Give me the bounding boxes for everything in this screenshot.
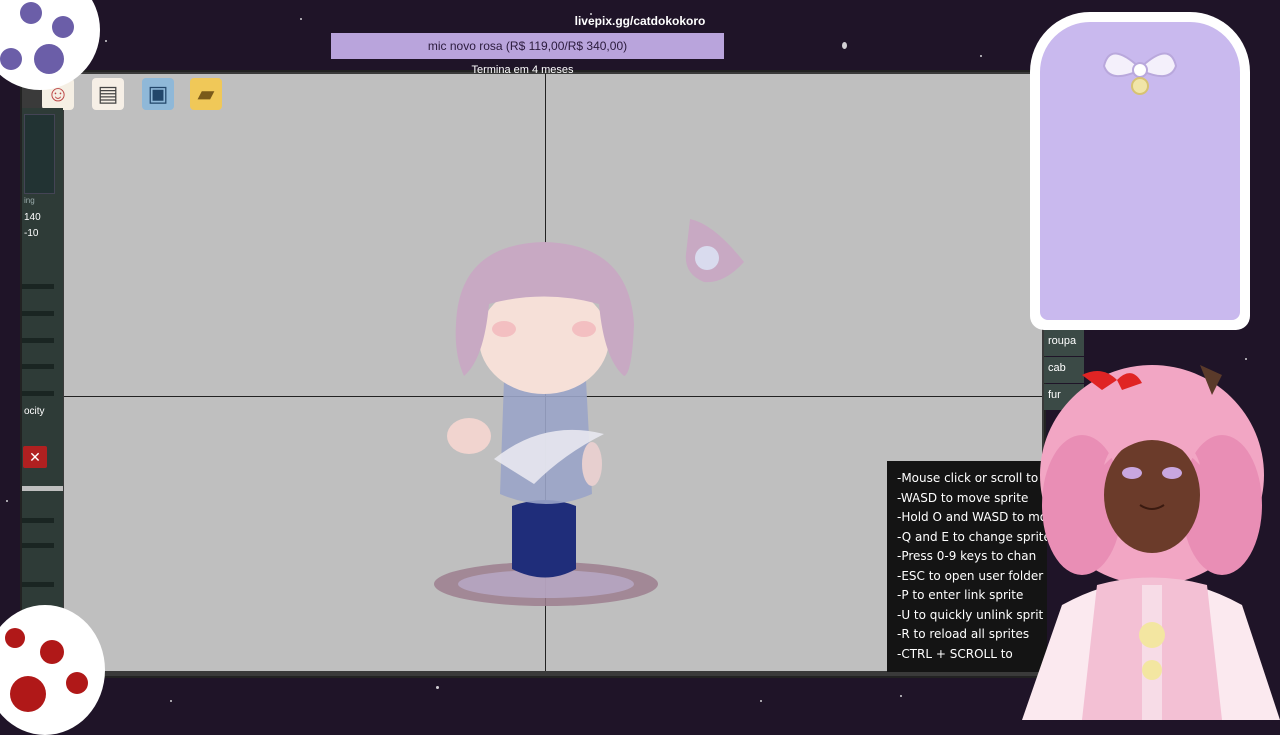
slider-track[interactable] bbox=[22, 582, 54, 587]
donation-goal-bar: mic novo rosa (R$ 119,00/R$ 340,00) bbox=[331, 33, 724, 59]
donation-goal-subtext: Termina em 4 meses bbox=[471, 64, 574, 76]
slider-track[interactable] bbox=[22, 391, 54, 396]
slider-track[interactable] bbox=[22, 364, 54, 369]
slider-track[interactable] bbox=[22, 284, 54, 289]
sprite-arm-right bbox=[582, 442, 602, 486]
save-icon[interactable]: ▣ bbox=[142, 78, 174, 110]
panel-divider bbox=[22, 486, 63, 491]
donation-goal-text: mic novo rosa (R$ 119,00/R$ 340,00) bbox=[427, 39, 628, 53]
partial-label: ing bbox=[24, 196, 35, 205]
delete-icon[interactable]: ✕ bbox=[23, 446, 47, 468]
page-icon[interactable]: ▤ bbox=[92, 78, 124, 110]
slider-track[interactable] bbox=[22, 543, 54, 548]
value-field-2[interactable]: -10 bbox=[24, 228, 38, 239]
tab-roupa[interactable]: roupa bbox=[1044, 330, 1084, 356]
left-properties-panel: ing 140 -10 ocity ✕ bbox=[22, 108, 63, 673]
bow-icon bbox=[1102, 52, 1178, 95]
slider-track[interactable] bbox=[22, 518, 54, 523]
vtuber-avatar bbox=[1022, 365, 1280, 720]
preview-slot[interactable] bbox=[24, 114, 55, 194]
opacity-label: ocity bbox=[24, 406, 45, 417]
slider-track[interactable] bbox=[22, 311, 54, 316]
sprite-hand-left bbox=[447, 418, 491, 454]
folder-icon[interactable]: ▰ bbox=[190, 78, 222, 110]
slider-track[interactable] bbox=[22, 338, 54, 343]
sprite-legs bbox=[512, 500, 576, 578]
value-field-1[interactable]: 140 bbox=[24, 212, 41, 223]
